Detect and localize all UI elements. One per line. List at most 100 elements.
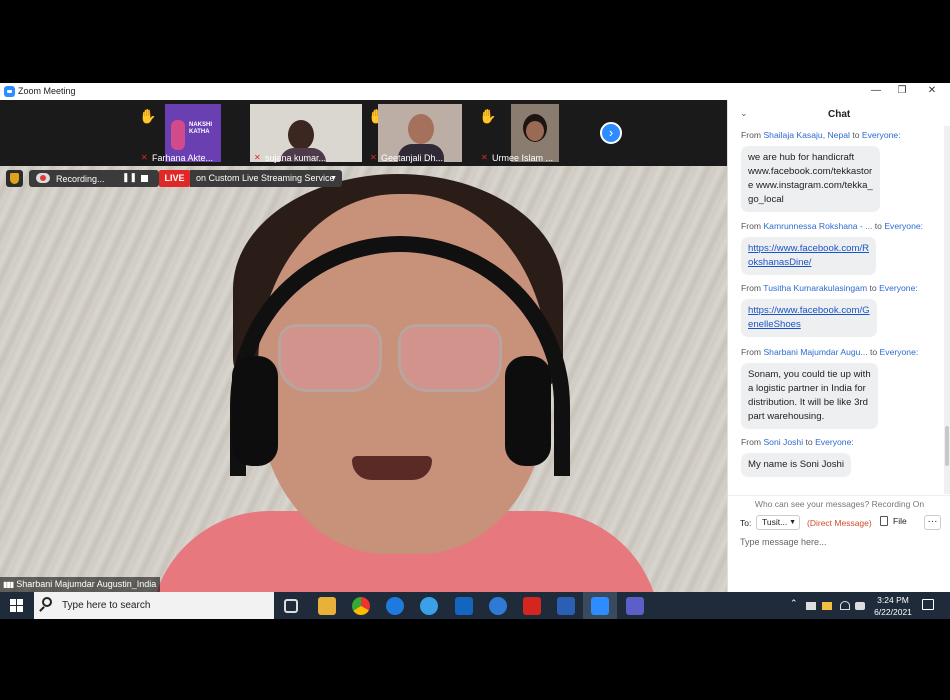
sender-name[interactable]: Shailaja Kasaju, Nepal: [763, 130, 849, 140]
muted-mic-icon: ✕: [254, 153, 261, 162]
windows-start-icon[interactable]: [10, 599, 24, 613]
taskbar-search[interactable]: Type here to search: [34, 592, 274, 619]
sender-name[interactable]: Sharbani Majumdar Augu...: [763, 347, 867, 357]
participant-name: Urmee Islam ...: [492, 153, 554, 163]
live-badge: LIVE: [159, 170, 190, 187]
muted-mic-icon: ✕: [141, 153, 148, 162]
message-sender-line: From Shailaja Kasaju, Nepal to Everyone:: [741, 130, 901, 140]
muted-mic-icon: ✕: [481, 153, 488, 162]
participant-tile[interactable]: ✋ ✕ Urmee Islam ...: [477, 102, 565, 164]
chat-message: From Sharbani Majumdar Augu... to Everyo…: [741, 347, 941, 429]
file-explorer-icon[interactable]: [318, 597, 336, 615]
message-bubble: https://www.facebook.com/G enelleShoes: [741, 299, 877, 337]
message-link[interactable]: https://www.facebook.com/R okshanasDine/: [748, 243, 869, 268]
glasses-lens: [398, 324, 502, 392]
windows-taskbar: Type here to search ⌃ 3:24 PM 6/22/2021: [0, 592, 950, 619]
recipient-name: Everyone:: [879, 283, 918, 293]
headphone-cup: [505, 356, 551, 466]
sender-name[interactable]: Soni Joshi: [763, 437, 803, 447]
recipient-name: Everyone:: [879, 347, 919, 357]
mail-tray-icon[interactable]: [806, 602, 816, 610]
dropdown-caret-icon: ▼: [330, 175, 337, 182]
sender-name[interactable]: Kamrunnessa Rokshana - ...: [763, 221, 872, 231]
recipient-name: Everyone:: [861, 130, 901, 140]
task-view-icon[interactable]: [284, 599, 298, 613]
sender-name[interactable]: Tusitha Kumarakulasingam: [763, 283, 867, 293]
chrome-icon[interactable]: [352, 597, 370, 615]
clock-date: 6/22/2021: [874, 607, 912, 617]
speaker-name: Sharbani Majumdar Augustin_India: [16, 579, 157, 589]
participant-name: Farhana Akte...: [152, 153, 214, 163]
chat-messages: From Shailaja Kasaju, Nepal to Everyone:…: [728, 126, 945, 486]
banner-text: KATHA: [189, 129, 210, 135]
system-clock[interactable]: 3:24 PM 6/22/2021: [866, 594, 920, 618]
zoom-logo-icon: [4, 86, 15, 97]
chat-message: From Tusitha Kumarakulasingam to Everyon…: [741, 283, 941, 337]
raised-hand-icon: ✋: [139, 108, 157, 124]
notification-icon[interactable]: [922, 599, 934, 610]
folder-tray-icon[interactable]: [822, 602, 832, 610]
search-placeholder: Type here to search: [62, 600, 151, 611]
wifi-icon[interactable]: [840, 601, 850, 610]
clock-time: 3:24 PM: [877, 595, 909, 605]
outlook-icon[interactable]: [455, 597, 473, 615]
chat-scrollbar[interactable]: [944, 126, 950, 494]
visibility-info[interactable]: Who can see your messages? Recording On: [728, 495, 950, 511]
chat-message-input[interactable]: Type message here...: [740, 537, 940, 547]
participant-tile[interactable]: ✋ ✕ Geetanjali Dh...: [366, 102, 464, 164]
participant-tile[interactable]: ✋ NAKSHI KATHA ✕ Farhana Akte...: [137, 102, 247, 164]
muted-mic-icon: ✕: [370, 153, 377, 162]
recipient-select[interactable]: Tusit... ▼: [756, 515, 800, 530]
chat-message: From Kamrunnessa Rokshana - ... to Every…: [741, 221, 941, 275]
recording-label: Recording...: [56, 174, 105, 184]
title-bar: Zoom Meeting — ❐ ✕: [0, 83, 950, 100]
message-sender-line: From Kamrunnessa Rokshana - ... to Every…: [741, 221, 924, 231]
restore-button[interactable]: ❐: [893, 84, 911, 98]
cloud-record-icon: [36, 173, 50, 183]
participant-tile[interactable]: ✋ ✕ sujana kumar...: [250, 102, 362, 164]
pause-recording-button[interactable]: ❚❚: [122, 172, 137, 183]
zoom-icon: [591, 597, 609, 615]
active-speaker-video: ▮▮▮ Sharbani Majumdar Augustin_India: [0, 166, 727, 592]
next-page-button[interactable]: ›: [600, 122, 622, 144]
message-link[interactable]: https://www.facebook.com/G enelleShoes: [748, 305, 870, 330]
scrollbar-thumb[interactable]: [945, 426, 949, 466]
zoom-taskbar-button[interactable]: [583, 592, 617, 619]
screen: Zoom Meeting — ❐ ✕ ✋ NAKSHI KATHA ✕ Farh…: [0, 83, 950, 619]
message-sender-line: From Sharbani Majumdar Augu... to Everyo…: [741, 347, 919, 357]
edge-icon[interactable]: [386, 597, 404, 615]
window-title: Zoom Meeting: [18, 86, 76, 96]
chat-message: From Soni Joshi to Everyone: My name is …: [741, 437, 941, 477]
chat-message: From Shailaja Kasaju, Nepal to Everyone:…: [741, 130, 941, 212]
participant-name: sujana kumar...: [265, 153, 327, 163]
to-label: To:: [740, 518, 752, 528]
dropbox-icon[interactable]: [855, 602, 865, 610]
raised-hand-icon: ✋: [479, 108, 497, 124]
teams-icon[interactable]: [626, 597, 644, 615]
chat-title: Chat: [828, 109, 851, 120]
search-icon: [42, 597, 52, 607]
live-streaming-menu[interactable]: on Custom Live Streaming Service ▼: [190, 170, 342, 187]
word-icon[interactable]: [557, 597, 575, 615]
collapse-chevron-icon[interactable]: ⌄: [740, 108, 748, 119]
chevron-down-icon: ▼: [789, 519, 796, 526]
message-bubble: we are hub for handicraft www.facebook.co…: [741, 146, 880, 212]
signal-icon: ▮▮▮: [3, 580, 14, 589]
headphone-cup: [232, 356, 278, 466]
minimize-button[interactable]: —: [867, 84, 885, 98]
file-icon: [880, 516, 888, 526]
internet-explorer-icon[interactable]: [420, 597, 438, 615]
speaker-mouth: [352, 456, 432, 480]
recipient-name: Everyone:: [884, 221, 924, 231]
file-button[interactable]: File: [880, 516, 907, 526]
message-sender-line: From Tusitha Kumarakulasingam to Everyon…: [741, 283, 918, 293]
skype-icon[interactable]: [489, 597, 507, 615]
security-shield-icon[interactable]: [6, 170, 23, 187]
cloud-recording-indicator: Recording... ❚❚: [29, 170, 159, 187]
stop-recording-button[interactable]: [141, 175, 148, 182]
recipient-row: To: Tusit... ▼ (Direct Message) File ···: [728, 512, 950, 534]
acrobat-icon[interactable]: [523, 597, 541, 615]
close-button[interactable]: ✕: [923, 84, 941, 98]
tray-expand-icon[interactable]: ⌃: [790, 598, 798, 609]
more-options-button[interactable]: ···: [924, 515, 941, 530]
